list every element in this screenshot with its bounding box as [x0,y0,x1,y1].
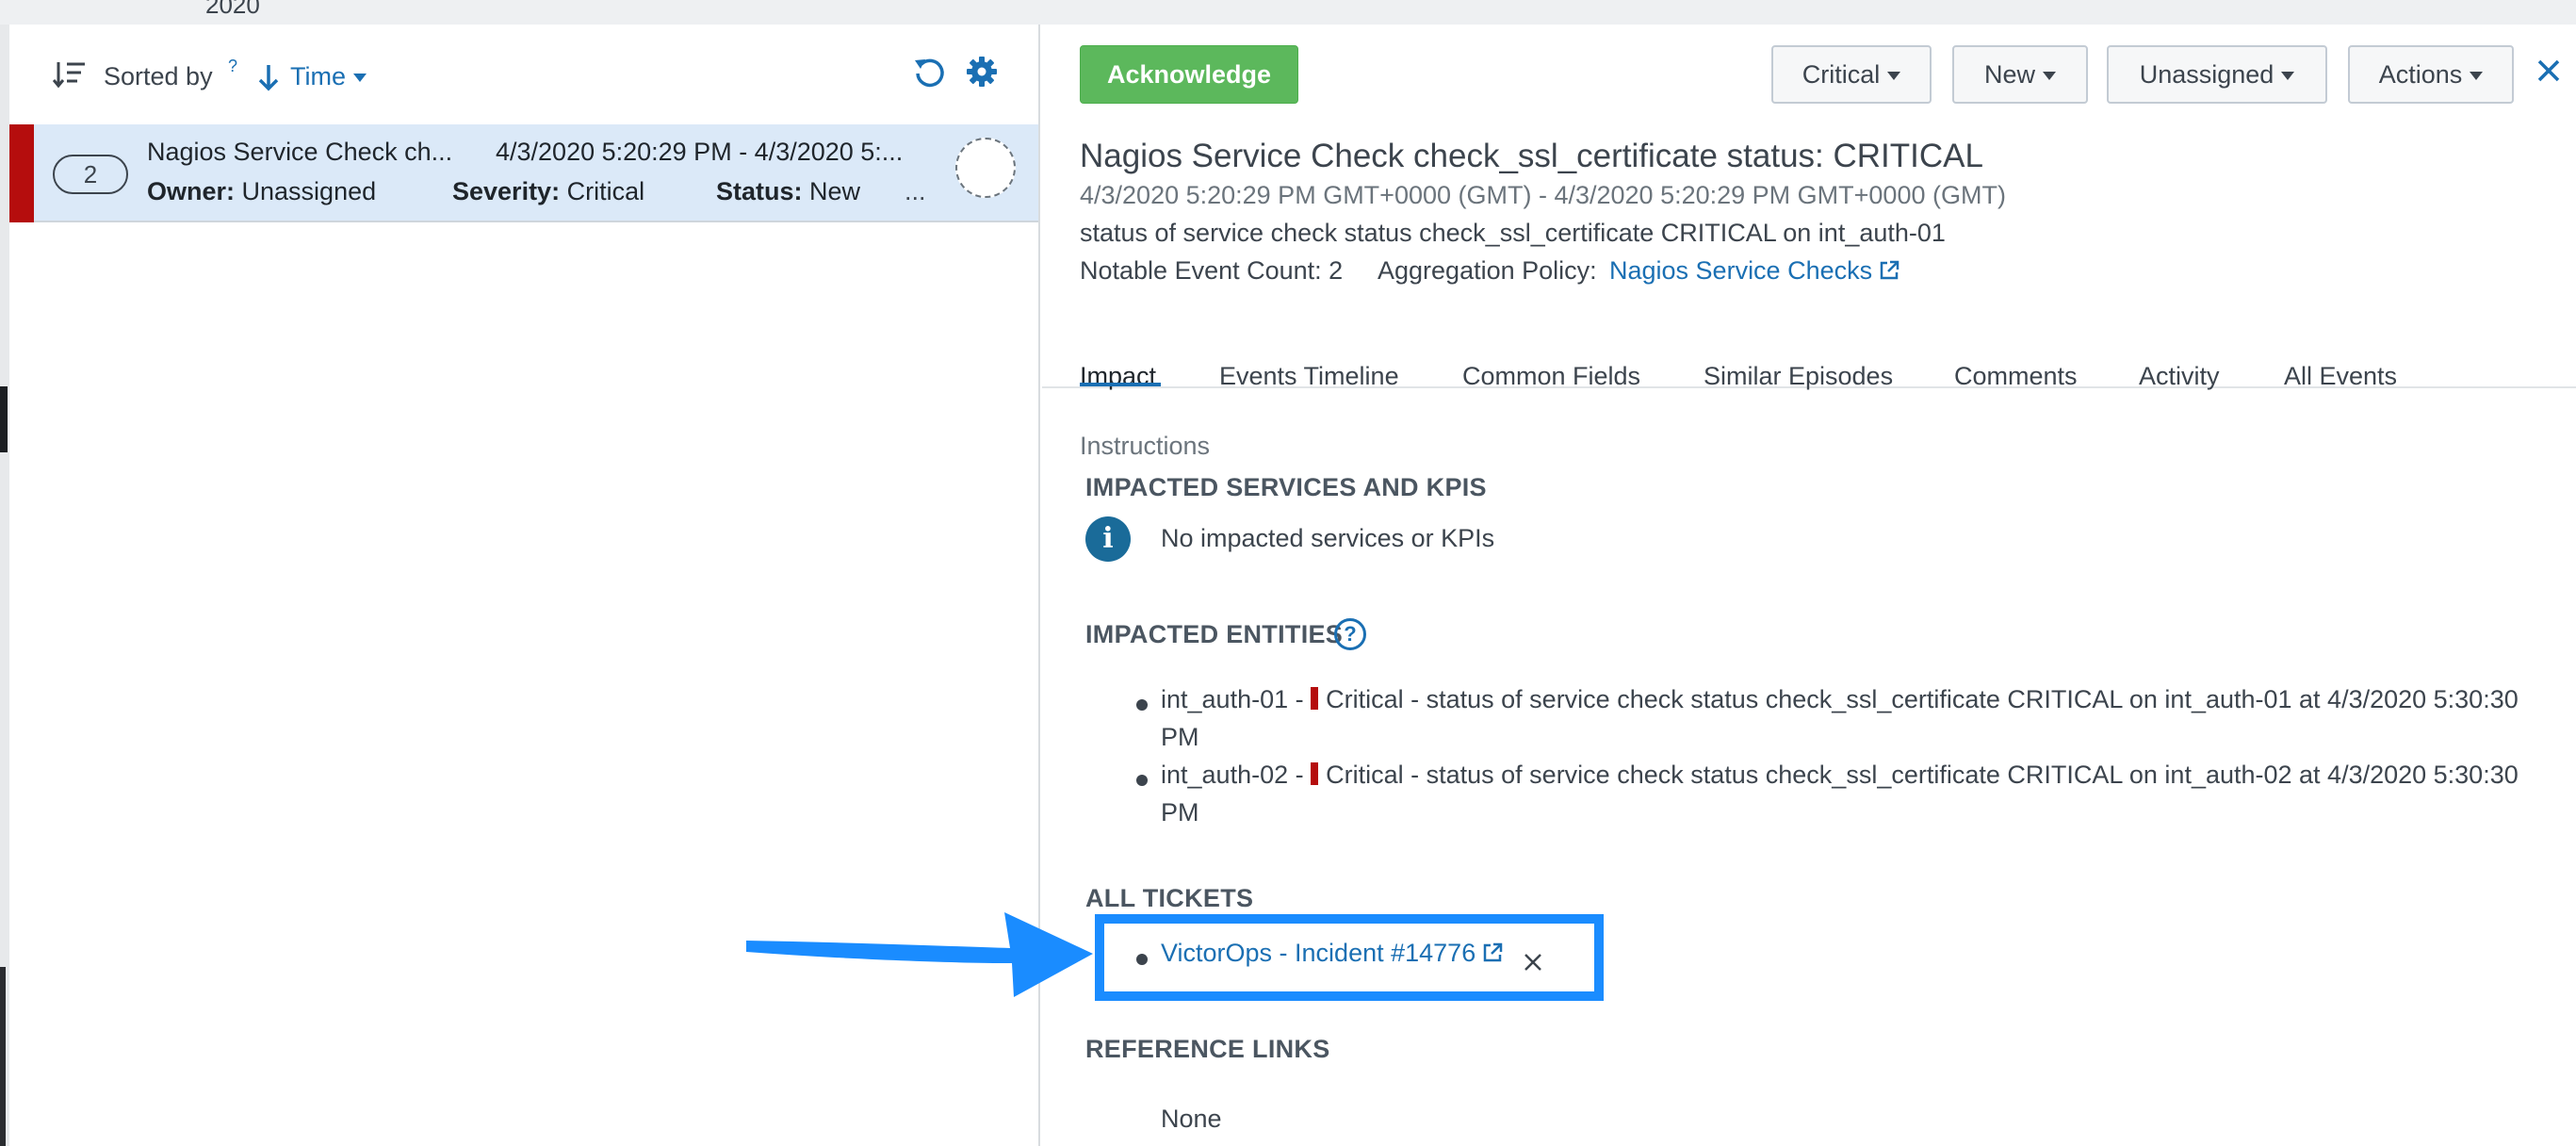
sort-field-label: Time [290,62,346,90]
arrow-down-icon[interactable] [256,62,281,92]
impacted-entities-heading: IMPACTED ENTITIES [1085,620,1344,648]
status-value: New [809,177,861,205]
owner-value: Unassigned [241,177,377,205]
remove-ticket-icon[interactable] [1523,952,1543,973]
reference-links-empty: None [1161,1105,1222,1133]
tab-all-events[interactable]: All Events [2284,362,2397,391]
episode-owner: Owner: Unassigned [147,177,376,206]
close-icon[interactable] [2535,57,2563,85]
actions-dropdown-label: Actions [2378,60,2463,89]
more-ellipsis: ... [905,177,926,205]
tab-comments[interactable]: Comments [1954,362,2078,391]
edge-dark-block [0,386,8,452]
all-tickets-heading: ALL TICKETS [1085,884,1254,912]
list-bullet [1136,699,1148,711]
severity-dropdown[interactable]: Critical [1771,45,1932,104]
impacted-services-heading: IMPACTED SERVICES AND KPIS [1085,473,1487,501]
top-strip: 2020 [0,0,2576,25]
severity-label: Severity: [452,177,561,205]
no-impacted-services-text: No impacted services or KPIs [1161,524,1495,552]
tab-activity[interactable]: Activity [2139,362,2220,391]
episode-row[interactable]: 2 Nagios Service Check ch... 4/3/2020 5:… [9,124,1038,222]
severity-value: Critical [566,177,645,205]
episode-detail-time-range: 4/3/2020 5:20:29 PM GMT+0000 (GMT) - 4/3… [1080,181,2006,209]
episode-severity: Severity: Critical [452,177,644,206]
sort-bar: Sorted by ? Time [9,25,1040,124]
sort-field-dropdown[interactable]: Time [290,62,367,91]
chevron-down-icon [353,74,367,83]
entity-name: int_auth-01 - [1161,685,1304,713]
sort-help-icon[interactable]: ? [228,57,237,76]
sorted-by-label: Sorted by [104,62,213,90]
chevron-down-icon [1887,72,1901,81]
entity-item: int_auth-02 - Critical - status of servi… [1161,756,2568,831]
owner-label: Owner: [147,177,236,205]
top-strip-text: 2020 [205,0,260,19]
external-link-icon [1880,260,1899,280]
ticket-link-label: VictorOps - Incident #14776 [1161,939,1476,967]
tab-events-timeline[interactable]: Events Timeline [1219,362,1399,391]
info-icon: i [1085,516,1131,562]
episode-detail-panel: Acknowledge Critical New Unassigned Acti… [1042,25,2576,1146]
severity-marker [1311,762,1319,785]
episode-description: status of service check status check_ssl… [1080,219,1946,247]
actions-dropdown[interactable]: Actions [2348,45,2514,104]
severity-bar [9,124,34,222]
entity-item: int_auth-01 - Critical - status of servi… [1161,680,2568,756]
tab-similar-episodes[interactable]: Similar Episodes [1704,362,1893,391]
entity-detail: Critical - status of service check statu… [1326,761,2519,789]
episode-time-range: 4/3/2020 5:20:29 PM - 4/3/2020 5:... [496,138,904,166]
external-link-icon [1483,942,1503,962]
aggregation-policy-link[interactable]: Nagios Service Checks [1609,256,1900,286]
refresh-icon[interactable] [912,55,948,90]
tab-common-fields[interactable]: Common Fields [1462,362,1640,391]
entity-detail-tail: PM [1161,798,1199,827]
annotation-arrow-icon [746,912,1093,997]
list-bullet [1136,954,1148,965]
episode-status: Status: New [716,177,860,206]
instructions-label: Instructions [1080,432,1211,460]
chevron-down-icon [2281,72,2295,81]
notable-event-count: Notable Event Count: 2 [1080,256,1344,285]
active-tab-indicator [1080,383,1161,386]
chevron-down-icon [2470,72,2484,81]
severity-marker [1311,687,1319,710]
chevron-down-icon [2043,72,2056,81]
status-label: Status: [716,177,803,205]
entity-detail: Critical - status of service check statu… [1326,685,2519,713]
status-dropdown[interactable]: New [1952,45,2088,104]
gear-icon[interactable] [965,55,999,89]
episode-title: Nagios Service Check ch... [147,138,453,166]
tab-impact[interactable]: Impact [1080,362,1156,391]
acknowledge-button[interactable]: Acknowledge [1080,45,1298,104]
event-count-badge: 2 [53,155,128,194]
edge-dark-block [0,967,6,1146]
sort-order-icon[interactable] [53,58,89,90]
entity-detail-tail: PM [1161,723,1199,751]
ticket-link[interactable]: VictorOps - Incident #14776 [1161,939,1504,968]
status-dropdown-label: New [1983,60,2035,89]
aggregation-policy-label: Aggregation Policy: [1378,256,1597,285]
owner-dropdown[interactable]: Unassigned [2107,45,2327,104]
avatar[interactable] [955,138,1016,198]
owner-dropdown-label: Unassigned [2139,60,2274,89]
episode-detail-title: Nagios Service Check check_ssl_certifica… [1080,138,1983,174]
detail-tabs: Impact Events Timeline Common Fields Sim… [1042,334,2576,391]
aggregation-policy-name: Nagios Service Checks [1609,256,1873,285]
help-icon[interactable]: ? [1334,618,1366,650]
list-bullet [1136,775,1148,786]
entity-name: int_auth-02 - [1161,761,1304,789]
window-edge [0,25,9,1146]
severity-dropdown-label: Critical [1802,60,1881,89]
reference-links-heading: REFERENCE LINKS [1085,1035,1330,1063]
